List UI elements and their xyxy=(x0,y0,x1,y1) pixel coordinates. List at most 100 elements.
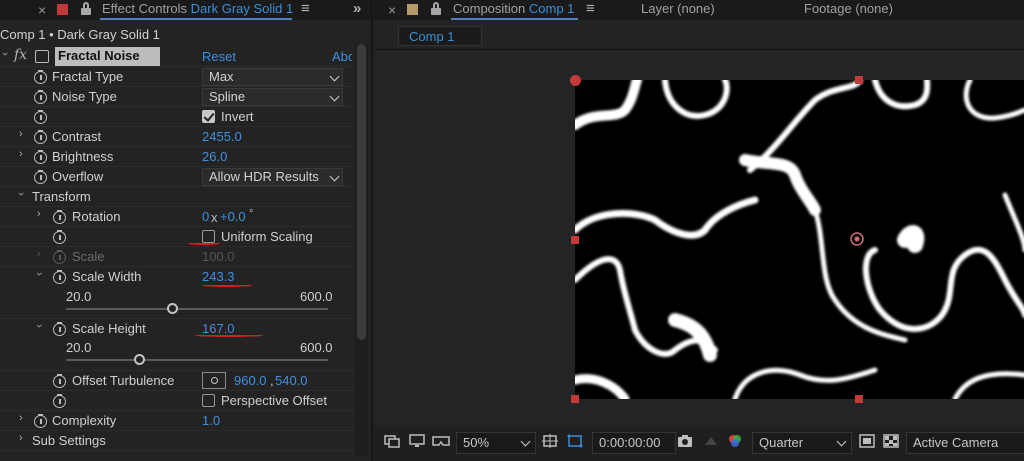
show-snapshot-icon[interactable] xyxy=(703,434,719,448)
resolution-select[interactable]: Quarter xyxy=(752,432,852,454)
comp-flowchart-chip[interactable]: Comp 1 xyxy=(398,26,482,46)
transparency-grid-icon[interactable] xyxy=(883,434,899,448)
lock-icon[interactable] xyxy=(431,2,441,15)
scale-width-value[interactable]: 243.3 xyxy=(202,269,235,284)
camera-view-select[interactable]: Active Camera xyxy=(906,432,1024,454)
layer-handle-top-center[interactable] xyxy=(855,76,863,84)
stopwatch-icon[interactable] xyxy=(34,414,47,428)
chevron-down-icon xyxy=(520,436,531,447)
collapse-icon[interactable]: › xyxy=(33,272,45,276)
collapse-icon[interactable]: › xyxy=(33,324,45,328)
composition-viewer[interactable] xyxy=(374,51,1024,423)
reset-link[interactable]: Reset xyxy=(202,49,236,64)
effect-controls-tab[interactable]: Effect Controls Dark Gray Solid 1 xyxy=(102,1,293,16)
panel-overflow-icon[interactable]: » xyxy=(353,0,361,17)
panel-menu-icon[interactable]: ≡ xyxy=(586,0,595,17)
magnification-select[interactable]: 50% xyxy=(456,432,536,454)
property-label: Complexity xyxy=(52,413,117,428)
zoom-value: 50% xyxy=(463,435,490,450)
rotation-revolutions[interactable]: 0 xyxy=(202,209,209,224)
footage-tab[interactable]: Footage (none) xyxy=(804,1,893,16)
checkbox-label: Uniform Scaling xyxy=(221,229,313,244)
tab-title: Effect Controls xyxy=(102,1,188,16)
brightness-value[interactable]: 26.0 xyxy=(202,149,227,164)
offset-y-value[interactable]: 540.0 xyxy=(275,373,308,388)
composition-tab[interactable]: Composition Comp 1 xyxy=(453,1,574,16)
contrast-value[interactable]: 2455.0 xyxy=(202,129,242,144)
expand-icon[interactable]: › xyxy=(37,208,41,220)
fractal-type-select[interactable]: Max xyxy=(202,68,343,86)
group-label: Transform xyxy=(32,189,91,204)
layer-handle-bottom-left[interactable] xyxy=(571,395,579,403)
property-noise-type: Noise Type Spline xyxy=(0,87,355,107)
snapshot-camera-icon[interactable] xyxy=(677,434,693,448)
current-time-field[interactable]: 0:00:00:00 xyxy=(592,432,676,454)
stopwatch-icon[interactable] xyxy=(53,374,66,388)
stopwatch-icon[interactable] xyxy=(53,394,66,408)
property-label: Overflow xyxy=(52,169,104,184)
region-of-interest-icon[interactable] xyxy=(859,434,875,448)
property-label: Fractal Type xyxy=(52,69,124,84)
slider-handle[interactable] xyxy=(134,354,145,365)
comp-color-swatch xyxy=(407,4,418,15)
expand-icon[interactable]: › xyxy=(19,432,23,444)
slider-min: 20.0 xyxy=(66,289,92,304)
always-preview-icon[interactable] xyxy=(384,434,400,448)
property-uniform-scaling: Uniform Scaling xyxy=(0,227,355,247)
vr-goggles-icon[interactable] xyxy=(432,434,450,448)
lock-icon[interactable] xyxy=(81,2,91,15)
property-label: Offset Turbulence xyxy=(72,373,175,388)
property-brightness: › Brightness 26.0 xyxy=(0,147,355,167)
close-tab-icon[interactable]: × xyxy=(388,2,396,18)
expand-icon[interactable]: › xyxy=(19,412,23,424)
offset-x-value[interactable]: 960.0 xyxy=(234,373,267,388)
expand-icon[interactable]: › xyxy=(19,148,23,160)
stopwatch-icon[interactable] xyxy=(53,322,66,336)
monitor-icon[interactable] xyxy=(409,434,425,448)
rotation-degrees[interactable]: +0.0 xyxy=(220,209,246,224)
effect-preset-icon[interactable] xyxy=(35,50,49,63)
expand-icon[interactable]: › xyxy=(19,128,23,140)
tab-layer-name: Dark Gray Solid 1 xyxy=(190,1,294,16)
layer-handle-middle-left[interactable] xyxy=(571,236,579,244)
color-channels-icon[interactable] xyxy=(727,434,743,448)
stopwatch-icon[interactable] xyxy=(53,210,66,224)
perspective-offset-checkbox[interactable] xyxy=(202,394,215,407)
stopwatch-icon[interactable] xyxy=(34,150,47,164)
stopwatch-icon[interactable] xyxy=(53,230,66,244)
vertical-scrollbar[interactable] xyxy=(355,44,368,456)
fx-toggle-icon[interactable]: fx xyxy=(14,47,27,63)
stopwatch-icon[interactable] xyxy=(53,270,66,284)
mask-path-visibility-icon[interactable] xyxy=(567,434,583,448)
effect-name[interactable]: Fractal Noise xyxy=(55,47,160,66)
stopwatch-icon[interactable] xyxy=(34,70,47,84)
overflow-select[interactable]: Allow HDR Results xyxy=(202,168,343,186)
effect-row-fractal-noise: › fx Fractal Noise Reset About xyxy=(0,47,355,67)
about-link[interactable]: About xyxy=(332,49,352,64)
complexity-value[interactable]: 1.0 xyxy=(202,413,220,428)
stopwatch-icon[interactable] xyxy=(34,130,47,144)
scrollbar-thumb[interactable] xyxy=(357,44,366,340)
slider-track[interactable] xyxy=(66,308,328,310)
viewer-toolbar: 50% 0:00:00:00 Quarter Active Camera xyxy=(374,426,1024,461)
layer-handle-bottom-center[interactable] xyxy=(855,395,863,403)
grid-guides-icon[interactable] xyxy=(542,434,558,448)
property-overflow: Overflow Allow HDR Results xyxy=(0,167,355,187)
crosshair-point-icon[interactable] xyxy=(202,372,226,389)
slider-handle[interactable] xyxy=(167,303,178,314)
invert-checkbox[interactable] xyxy=(202,110,215,123)
annotation-underline xyxy=(202,284,252,287)
layer-tab[interactable]: Layer (none) xyxy=(641,1,715,16)
panel-menu-icon[interactable]: ≡ xyxy=(301,0,310,17)
fractal-noise-render[interactable] xyxy=(575,80,1024,399)
property-complexity: › Complexity 1.0 xyxy=(0,411,355,431)
stopwatch-icon[interactable] xyxy=(34,90,47,104)
stopwatch-icon[interactable] xyxy=(34,110,47,124)
collapse-effect-icon[interactable]: › xyxy=(0,52,11,56)
close-tab-icon[interactable]: × xyxy=(38,2,46,18)
layer-handle-top-left[interactable] xyxy=(570,75,581,86)
noise-type-select[interactable]: Spline xyxy=(202,88,343,106)
stopwatch-icon[interactable] xyxy=(34,170,47,184)
collapse-icon[interactable]: › xyxy=(15,192,27,196)
slider-track[interactable] xyxy=(66,359,328,361)
